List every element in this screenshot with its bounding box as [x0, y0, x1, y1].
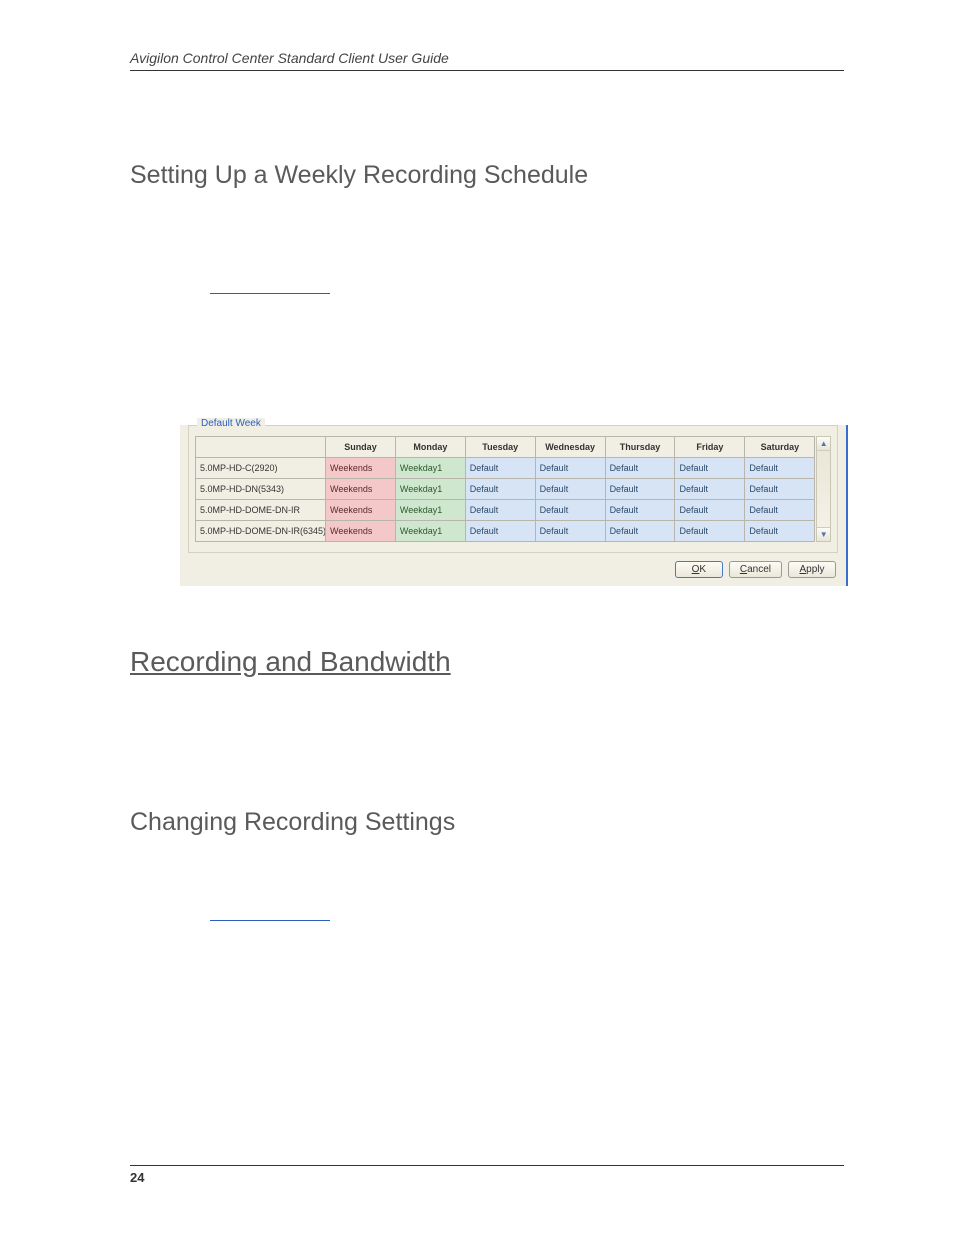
schedule-cell[interactable]: Default — [535, 500, 605, 521]
ok-button[interactable]: OK — [675, 561, 723, 578]
apply-button[interactable]: Apply — [788, 561, 836, 578]
groupbox-default-week: Default Week Sunday Monday Tuesday Wedne… — [188, 425, 838, 553]
schedule-cell[interactable]: Weekday1 — [395, 458, 465, 479]
schedule-cell[interactable]: Weekends — [326, 500, 396, 521]
camera-name-cell[interactable]: 5.0MP-HD-DN(5343) — [196, 479, 326, 500]
column-header-thursday[interactable]: Thursday — [605, 437, 675, 458]
camera-name-cell[interactable]: 5.0MP-HD-DOME-DN-IR(6345) — [196, 521, 326, 542]
column-header-saturday[interactable]: Saturday — [745, 437, 815, 458]
heading-weekly-schedule: Setting Up a Weekly Recording Schedule — [130, 161, 844, 190]
schedule-cell[interactable]: Default — [675, 521, 745, 542]
schedule-cell[interactable]: Default — [535, 479, 605, 500]
schedule-cell[interactable]: Default — [465, 479, 535, 500]
schedule-cell[interactable]: Default — [605, 521, 675, 542]
cancel-button[interactable]: Cancel — [729, 561, 782, 578]
schedule-cell[interactable]: Default — [675, 479, 745, 500]
column-header-sunday[interactable]: Sunday — [326, 437, 396, 458]
schedule-cell[interactable]: Default — [535, 458, 605, 479]
link-reference-1[interactable] — [210, 280, 330, 294]
column-header-friday[interactable]: Friday — [675, 437, 745, 458]
scroll-up-icon[interactable]: ▲ — [817, 437, 830, 451]
table-row: 5.0MP-HD-DOME-DN-IR(6345)WeekendsWeekday… — [196, 521, 815, 542]
heading-changing-recording: Changing Recording Settings — [130, 808, 844, 837]
schedule-cell[interactable]: Default — [465, 500, 535, 521]
table-header-row: Sunday Monday Tuesday Wednesday Thursday… — [196, 437, 815, 458]
scroll-down-icon[interactable]: ▼ — [817, 527, 830, 541]
groupbox-title: Default Week — [197, 418, 265, 429]
vertical-scrollbar[interactable]: ▲ ▼ — [816, 436, 831, 542]
figure-default-week-dialog: Default Week Sunday Monday Tuesday Wedne… — [180, 425, 848, 586]
heading-recording-bandwidth: Recording and Bandwidth — [130, 646, 844, 678]
schedule-cell[interactable]: Weekday1 — [395, 479, 465, 500]
table-row: 5.0MP-HD-C(2920)WeekendsWeekday1DefaultD… — [196, 458, 815, 479]
schedule-cell[interactable]: Default — [535, 521, 605, 542]
schedule-cell[interactable]: Default — [605, 458, 675, 479]
schedule-cell[interactable]: Default — [745, 479, 815, 500]
schedule-cell[interactable]: Default — [675, 500, 745, 521]
schedule-cell[interactable]: Weekday1 — [395, 521, 465, 542]
schedule-cell[interactable]: Default — [465, 458, 535, 479]
column-header-camera — [196, 437, 326, 458]
schedule-cell[interactable]: Default — [675, 458, 745, 479]
camera-name-cell[interactable]: 5.0MP-HD-DOME-DN-IR — [196, 500, 326, 521]
table-row: 5.0MP-HD-DOME-DN-IRWeekendsWeekday1Defau… — [196, 500, 815, 521]
column-header-wednesday[interactable]: Wednesday — [535, 437, 605, 458]
table-row: 5.0MP-HD-DN(5343)WeekendsWeekday1Default… — [196, 479, 815, 500]
schedule-cell[interactable]: Default — [745, 458, 815, 479]
schedule-cell[interactable]: Default — [605, 500, 675, 521]
page-number: 24 — [130, 1170, 144, 1185]
dialog-button-row: OK Cancel Apply — [180, 553, 846, 578]
schedule-table: Sunday Monday Tuesday Wednesday Thursday… — [195, 436, 815, 542]
schedule-cell[interactable]: Default — [605, 479, 675, 500]
doc-header: Avigilon Control Center Standard Client … — [130, 50, 844, 71]
schedule-cell[interactable]: Default — [745, 500, 815, 521]
schedule-cell[interactable]: Default — [465, 521, 535, 542]
column-header-monday[interactable]: Monday — [395, 437, 465, 458]
schedule-cell[interactable]: Weekends — [326, 479, 396, 500]
schedule-cell[interactable]: Weekends — [326, 458, 396, 479]
page-footer: 24 — [130, 1165, 844, 1185]
schedule-cell[interactable]: Weekends — [326, 521, 396, 542]
camera-name-cell[interactable]: 5.0MP-HD-C(2920) — [196, 458, 326, 479]
schedule-cell[interactable]: Weekday1 — [395, 500, 465, 521]
link-reference-2[interactable] — [210, 907, 330, 921]
schedule-cell[interactable]: Default — [745, 521, 815, 542]
column-header-tuesday[interactable]: Tuesday — [465, 437, 535, 458]
